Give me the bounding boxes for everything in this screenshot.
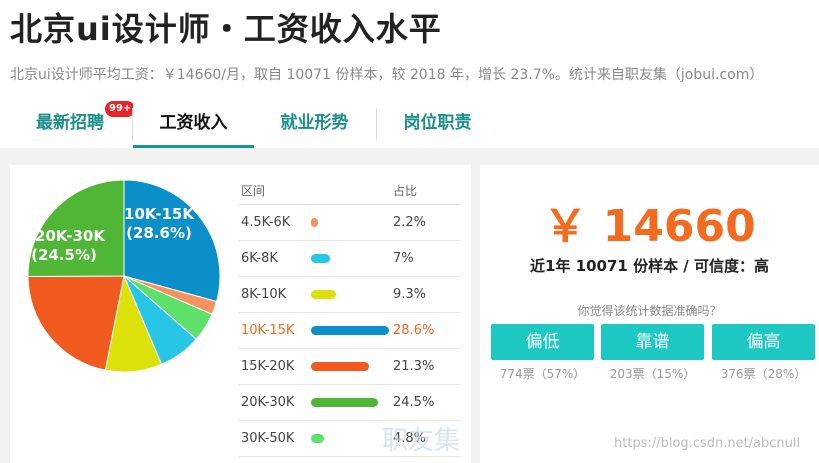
vote-reliable-button[interactable]: 靠谱 bbox=[601, 324, 704, 360]
page-title: 北京ui设计师・工资收入水平 bbox=[10, 10, 442, 48]
table-row: 8K-10K 9.3% bbox=[239, 277, 461, 313]
vote-low-button[interactable]: 偏低 bbox=[491, 324, 594, 360]
row-range: 10K-15K bbox=[241, 323, 295, 338]
row-share: 21.3% bbox=[393, 359, 435, 374]
sample-info: 近1年 10071 份样本 / 可信度：高 bbox=[530, 257, 769, 275]
header-range: 区间 bbox=[241, 184, 266, 198]
tab-label: 就业形势 bbox=[280, 113, 349, 133]
row-share: 28.6% bbox=[393, 323, 435, 338]
table-row: 15K-20K 21.3% bbox=[239, 349, 461, 385]
row-bar bbox=[311, 362, 370, 371]
accuracy-question: 你觉得该统计数据准确吗？ bbox=[577, 304, 722, 318]
table-row: 20K-30K 24.5% bbox=[239, 385, 461, 421]
vote-high-count: 376票（28%） bbox=[720, 367, 807, 381]
row-range: 4.5K-6K bbox=[241, 215, 291, 230]
row-bar bbox=[311, 218, 318, 227]
row-share: 7% bbox=[393, 251, 414, 266]
tab-duties[interactable]: 岗位职责 bbox=[377, 101, 498, 148]
distribution-table: 区间 占比 4.5K-6K 2.2% 6K-8K 7% 8K-10K 9.3% 10K-15… bbox=[239, 175, 461, 457]
tab-label: 最新招聘 bbox=[36, 113, 104, 133]
row-share: 24.5% bbox=[393, 395, 435, 410]
pie-label-pct: (28.6%) bbox=[126, 224, 192, 242]
row-range: 20K-30K bbox=[241, 395, 295, 410]
salary-distribution-panel: 10K-15K (28.6%) 20K-30K (24.5%) 区间 占比 4.… bbox=[10, 165, 471, 463]
pie-label-range: 20K-30K bbox=[35, 227, 106, 245]
salary-summary-panel: ￥ 14660 近1年 10071 份样本 / 可信度：高 你觉得该统计数据准确… bbox=[480, 165, 819, 463]
vote-reliable-count: 203票（15%） bbox=[609, 367, 696, 381]
row-share: 9.3% bbox=[393, 287, 427, 302]
row-range: 8K-10K bbox=[241, 287, 287, 302]
site-watermark: 职友集 bbox=[382, 426, 461, 456]
page-subtitle: 北京ui设计师平均工资：￥14660/月，取自 10071 份样本，较 2018… bbox=[10, 67, 764, 83]
row-share: 2.2% bbox=[393, 215, 427, 230]
table-row: 4.5K-6K 2.2% bbox=[239, 205, 461, 241]
tab-label: 工资收入 bbox=[159, 113, 228, 133]
vote-high-button[interactable]: 偏高 bbox=[712, 324, 815, 360]
pie-label-pct: (24.5%) bbox=[31, 246, 97, 264]
row-bar bbox=[311, 326, 389, 335]
table-header: 区间 占比 bbox=[239, 175, 461, 205]
tab-salary[interactable]: 工资收入 bbox=[133, 101, 254, 148]
row-bar bbox=[311, 254, 331, 263]
vote-low-count: 774票（57%） bbox=[499, 367, 586, 381]
header-share: 占比 bbox=[393, 184, 418, 198]
row-range: 30K-50K bbox=[241, 431, 295, 446]
tab-label: 岗位职责 bbox=[403, 113, 472, 133]
tab-latest-jobs[interactable]: 最新招聘 99+ bbox=[10, 100, 137, 148]
row-bar bbox=[311, 290, 337, 299]
table-row: 10K-15K 28.6% bbox=[239, 313, 461, 349]
tab-employment[interactable]: 就业形势 bbox=[254, 101, 375, 148]
table-row: 6K-8K 7% bbox=[239, 241, 461, 277]
row-range: 6K-8K bbox=[241, 251, 278, 266]
row-bar bbox=[311, 434, 325, 443]
average-salary: ￥ 14660 bbox=[543, 201, 756, 252]
pie-label-range: 10K-15K bbox=[124, 205, 195, 223]
blog-watermark: https://blog.csdn.net/abcnull bbox=[614, 436, 801, 451]
row-range: 15K-20K bbox=[241, 359, 295, 374]
row-bar bbox=[311, 398, 378, 407]
salary-pie-chart: 10K-15K (28.6%) 20K-30K (24.5%) bbox=[27, 179, 221, 373]
tab-bar: 最新招聘 99+ 工资收入 就业形势 岗位职责 bbox=[10, 100, 819, 148]
